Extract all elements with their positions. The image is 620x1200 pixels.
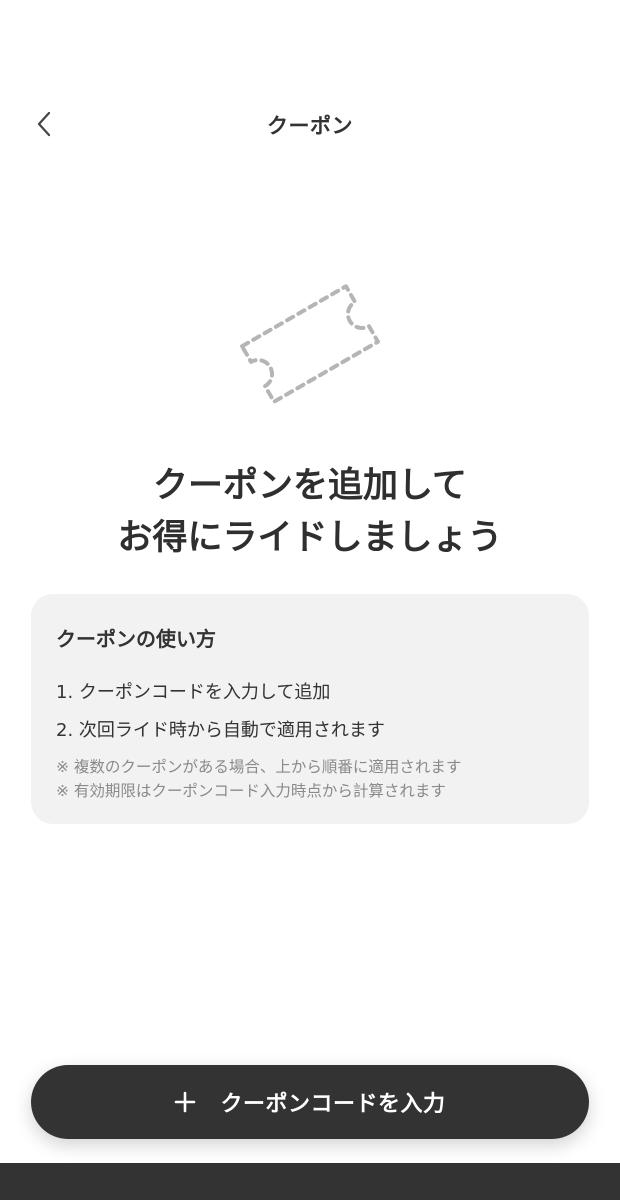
howto-card: クーポンの使い方 1. クーポンコードを入力して追加 2. 次回ライド時から自動…: [31, 594, 589, 824]
enter-coupon-code-button[interactable]: クーポンコードを入力: [31, 1065, 589, 1139]
howto-note-2: ※ 有効期限はクーポンコード入力時点から計算されます: [56, 782, 446, 800]
header: クーポン: [0, 96, 620, 154]
howto-step-2: 2. 次回ライド時から自動で適用されます: [56, 720, 385, 741]
howto-title: クーポンの使い方: [56, 627, 216, 651]
headline-line-1: クーポンを追加して: [153, 466, 467, 506]
bottom-bar: [0, 1163, 620, 1200]
enter-coupon-code-label: クーポンコードを入力: [220, 1092, 446, 1117]
howto-note-1: ※ 複数のクーポンがある場合、上から順番に適用されます: [56, 758, 462, 776]
headline-line-2: お得にライドしましょう: [117, 518, 503, 558]
plus-icon: [174, 1091, 196, 1113]
page-title: クーポン: [267, 114, 353, 138]
dashed-ticket-icon: [228, 272, 392, 416]
howto-step-1: 1. クーポンコードを入力して追加: [56, 682, 331, 703]
